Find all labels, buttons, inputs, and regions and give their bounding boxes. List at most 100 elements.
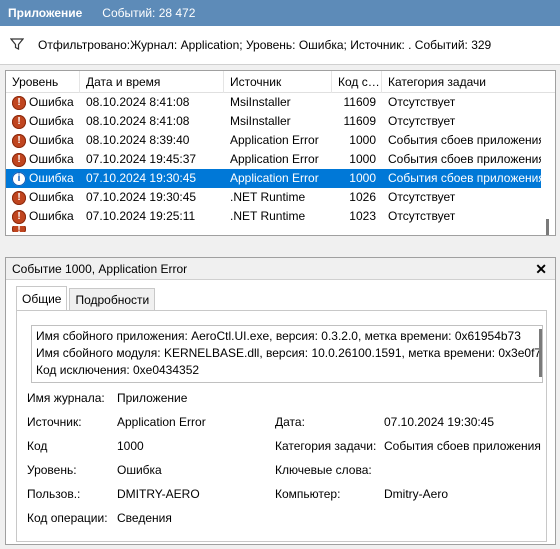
value-journal: Приложение: [117, 391, 188, 405]
table-row[interactable]: ! Ошибка 08.10.2024 8:41:08 MsiInstaller 116…: [6, 112, 543, 131]
label-category: Категория задачи:: [275, 439, 377, 453]
cell-code: 1000: [349, 171, 376, 185]
column-header: Уровень Дата и время Источник Код с… Кат…: [6, 71, 555, 93]
column-level[interactable]: Уровень: [6, 71, 80, 93]
level-text: Ошибка: [29, 114, 74, 128]
table-row[interactable]: ! Ошибка 07.10.2024 19:30:45 .NET Runtime 10…: [6, 188, 543, 207]
message-line: Имя сбойного модуля: KERNELBASE.dll, вер…: [36, 346, 543, 360]
cell-code: 11609: [343, 114, 376, 128]
cell-category: Отсутствует: [388, 209, 456, 223]
column-code[interactable]: Код с…: [332, 71, 382, 93]
event-list[interactable]: Уровень Дата и время Источник Код с… Кат…: [5, 70, 556, 236]
label-opcode: Код операции:: [27, 511, 108, 525]
close-icon[interactable]: ✕: [535, 261, 547, 278]
filter-bar: Отфильтровано:Журнал: Application; Урове…: [0, 26, 560, 65]
value-user: DMITRY-AERO: [117, 487, 200, 501]
filter-icon[interactable]: [9, 37, 25, 54]
column-category[interactable]: Категория задачи: [382, 71, 555, 93]
event-count: Событий: 28 472: [102, 6, 196, 20]
cell-datetime: 07.10.2024 19:30:45: [86, 190, 197, 204]
window-title: Приложение: [8, 6, 83, 20]
level-text: Ошибка: [29, 133, 74, 147]
label-date: Дата:: [275, 415, 305, 429]
cell-source: Application Error: [230, 171, 319, 185]
cell-datetime: 08.10.2024 8:39:40: [86, 133, 190, 147]
cell-category: События сбоев приложения: [388, 133, 543, 147]
error-icon: !: [12, 114, 26, 129]
message-line: Имя сбойного приложения: AeroCtl.UI.exe,…: [36, 329, 521, 343]
level-text: Ошибка: [29, 95, 74, 109]
cell-datetime: 08.10.2024 8:41:08: [86, 95, 190, 109]
cell-category: События сбоев приложения: [388, 171, 543, 185]
error-icon: i: [12, 171, 26, 186]
error-icon: !: [12, 226, 26, 232]
detail-header: Событие 1000, Application Error ✕: [6, 258, 555, 280]
list-scrollbar[interactable]: [541, 93, 555, 235]
detail-title: Событие 1000, Application Error: [12, 261, 188, 276]
event-message[interactable]: Имя сбойного приложения: AeroCtl.UI.exe,…: [31, 325, 543, 383]
cell-category: Отсутствует: [388, 95, 456, 109]
title-bar: Приложение Событий: 28 472: [0, 0, 560, 26]
tab-details[interactable]: Подробности: [69, 288, 156, 310]
value-opcode: Сведения: [117, 511, 172, 525]
cell-source: Application Error: [230, 152, 319, 166]
cell-level: ! Ошибка: [6, 207, 80, 226]
label-level: Уровень:: [27, 463, 77, 477]
cell-level: ! Ошибка: [6, 188, 80, 207]
cell-level: ! Ошибка: [6, 131, 80, 150]
label-journal: Имя журнала:: [27, 391, 105, 405]
cell-source: MsiInstaller: [230, 95, 291, 109]
message-scrollbar[interactable]: [539, 329, 542, 377]
cell-datetime: 07.10.2024 19:25:11: [86, 209, 196, 223]
cell-datetime: 08.10.2024 8:41:08: [86, 114, 190, 128]
cell-datetime: 07.10.2024 19:45:37: [86, 152, 197, 166]
level-text: Ошибка: [29, 171, 74, 185]
column-source[interactable]: Источник: [224, 71, 332, 93]
cell-datetime: 07.10.2024 19:30:45: [86, 171, 197, 185]
cell-code: 1000: [349, 133, 376, 147]
label-source: Источник:: [27, 415, 82, 429]
value-computer: Dmitry-Aero: [384, 487, 449, 501]
cell-level: ! Ошибка: [6, 150, 80, 169]
value-level: Ошибка: [117, 463, 162, 477]
cell-code: 1026: [349, 190, 376, 204]
error-icon: !: [12, 190, 26, 205]
table-row[interactable]: ! Ошибка 08.10.2024 8:39:40 Application Err…: [6, 131, 543, 150]
table-row[interactable]: ! Ошибка 07.10.2024 19:25:11 .NET Runtime 10…: [6, 207, 543, 226]
label-computer: Компьютер:: [275, 487, 341, 501]
label-user: Пользов.:: [27, 487, 81, 501]
cell-source: .NET Runtime: [230, 190, 306, 204]
value-category: События сбоев приложения: [384, 439, 541, 453]
filter-text: Отфильтровано:Журнал: Application; Урове…: [38, 38, 492, 52]
error-icon: !: [12, 209, 26, 224]
table-row[interactable]: ! Ошибка 07.10.2024 19:45:37 Application Er…: [6, 150, 543, 169]
value-date: 07.10.2024 19:30:45: [384, 415, 495, 429]
level-text: Ошибка: [29, 152, 74, 166]
table-row[interactable]: ! Ошибка 08.10.2024 8:41:08 MsiInstaller 116…: [6, 93, 543, 112]
event-detail-panel: Событие 1000, Application Error ✕ Общие …: [5, 257, 556, 545]
cell-level: ! Ошибка: [6, 93, 80, 112]
cell-category: Отсутствует: [388, 114, 456, 128]
level-text: Ошибка: [29, 190, 74, 204]
cell-code: 1023: [349, 209, 376, 223]
cell-source: Application Error: [230, 133, 319, 147]
cell-category: События сбоев приложения: [388, 152, 543, 166]
label-keywords: Ключевые слова:: [275, 463, 372, 477]
message-line: Код исключения: 0xe0434352: [36, 363, 200, 377]
tab-general[interactable]: Общие: [16, 286, 68, 310]
table-row[interactable]: i Ошибка 07.10.2024 19:30:45 Application Er…: [6, 169, 543, 188]
error-icon: !: [12, 152, 26, 167]
value-source: Application Error: [117, 415, 206, 429]
cell-code: 11609: [343, 95, 376, 109]
cell-code: 1000: [349, 152, 376, 166]
cell-level: ! Ошибка: [6, 112, 80, 131]
cell-source: MsiInstaller: [230, 114, 291, 128]
table-row-partial[interactable]: !: [6, 226, 543, 232]
cell-source: .NET Runtime: [230, 209, 306, 223]
general-tab-panel: Имя сбойного приложения: AeroCtl.UI.exe,…: [16, 310, 547, 542]
cell-level: i Ошибка: [6, 169, 80, 188]
event-properties: Имя журнала: Приложение Источник: Applic…: [27, 386, 547, 530]
error-icon: !: [12, 95, 26, 110]
error-icon: !: [12, 133, 26, 148]
column-datetime[interactable]: Дата и время: [80, 71, 224, 93]
